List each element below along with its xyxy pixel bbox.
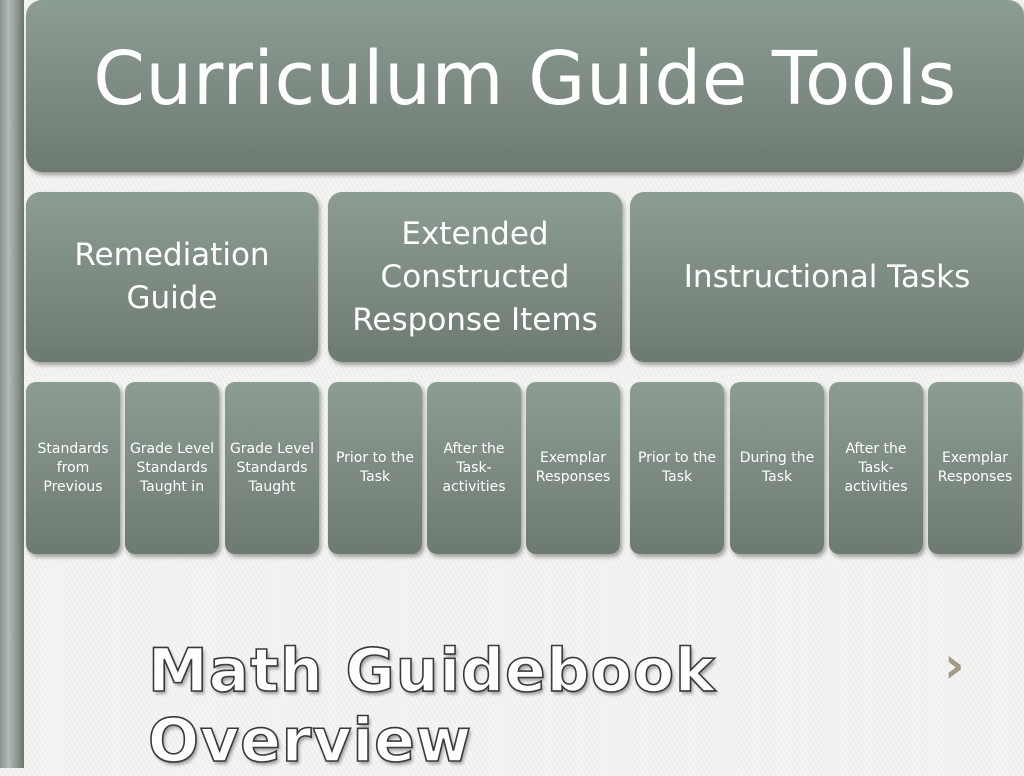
diagram-title: Curriculum Guide Tools [93, 36, 957, 122]
subitem-grade-level-standards-taught-in: Grade Level Standards Taught in [125, 382, 219, 554]
subitem-label: Grade Level Standards Taught in [129, 440, 215, 495]
subitem-grade-level-standards-taught: Grade Level Standards Taught [225, 382, 319, 554]
subitem-label: After the Task-activities [442, 440, 506, 495]
subitem-it-prior-to-task: Prior to the Task [630, 382, 724, 554]
subitem-label: Prior to the Task [637, 450, 717, 485]
subitem-label: Exemplar Responses [937, 450, 1013, 485]
subitem-it-during-task: During the Task [730, 382, 824, 554]
subitem-it-exemplar-responses: Exemplar Responses [928, 382, 1022, 554]
subitem-label: Exemplar Responses [535, 450, 611, 485]
category-remediation-guide: Remediation Guide [26, 192, 318, 362]
category-instructional-tasks: Instructional Tasks [630, 192, 1024, 362]
subitem-label: Grade Level Standards Taught [229, 440, 315, 495]
subitem-label: Standards from Previous [37, 440, 109, 495]
subitem-label: After the Task-activities [844, 440, 908, 495]
category-label: Extended Constructed Response Items [352, 215, 598, 338]
subitem-ecr-exemplar-responses: Exemplar Responses [526, 382, 620, 554]
slide-footer-title: Math Guidebook Overview [147, 635, 716, 776]
subitem-ecr-prior-to-task: Prior to the Task [328, 382, 422, 554]
subitem-ecr-after-task-activities: After the Task-activities [427, 382, 521, 554]
subitem-standards-from-previous: Standards from Previous [26, 382, 120, 554]
subitem-it-after-task-activities: After the Task-activities [829, 382, 923, 554]
chevron-right-icon: › [944, 636, 965, 694]
category-label: Remediation Guide [74, 237, 270, 316]
subitem-label: During the Task [739, 450, 815, 485]
left-accent-bar [0, 0, 24, 768]
subitem-label: Prior to the Task [335, 450, 415, 485]
category-extended-constructed-response: Extended Constructed Response Items [328, 192, 622, 362]
category-label: Instructional Tasks [683, 258, 971, 295]
title-box: Curriculum Guide Tools [26, 0, 1024, 172]
